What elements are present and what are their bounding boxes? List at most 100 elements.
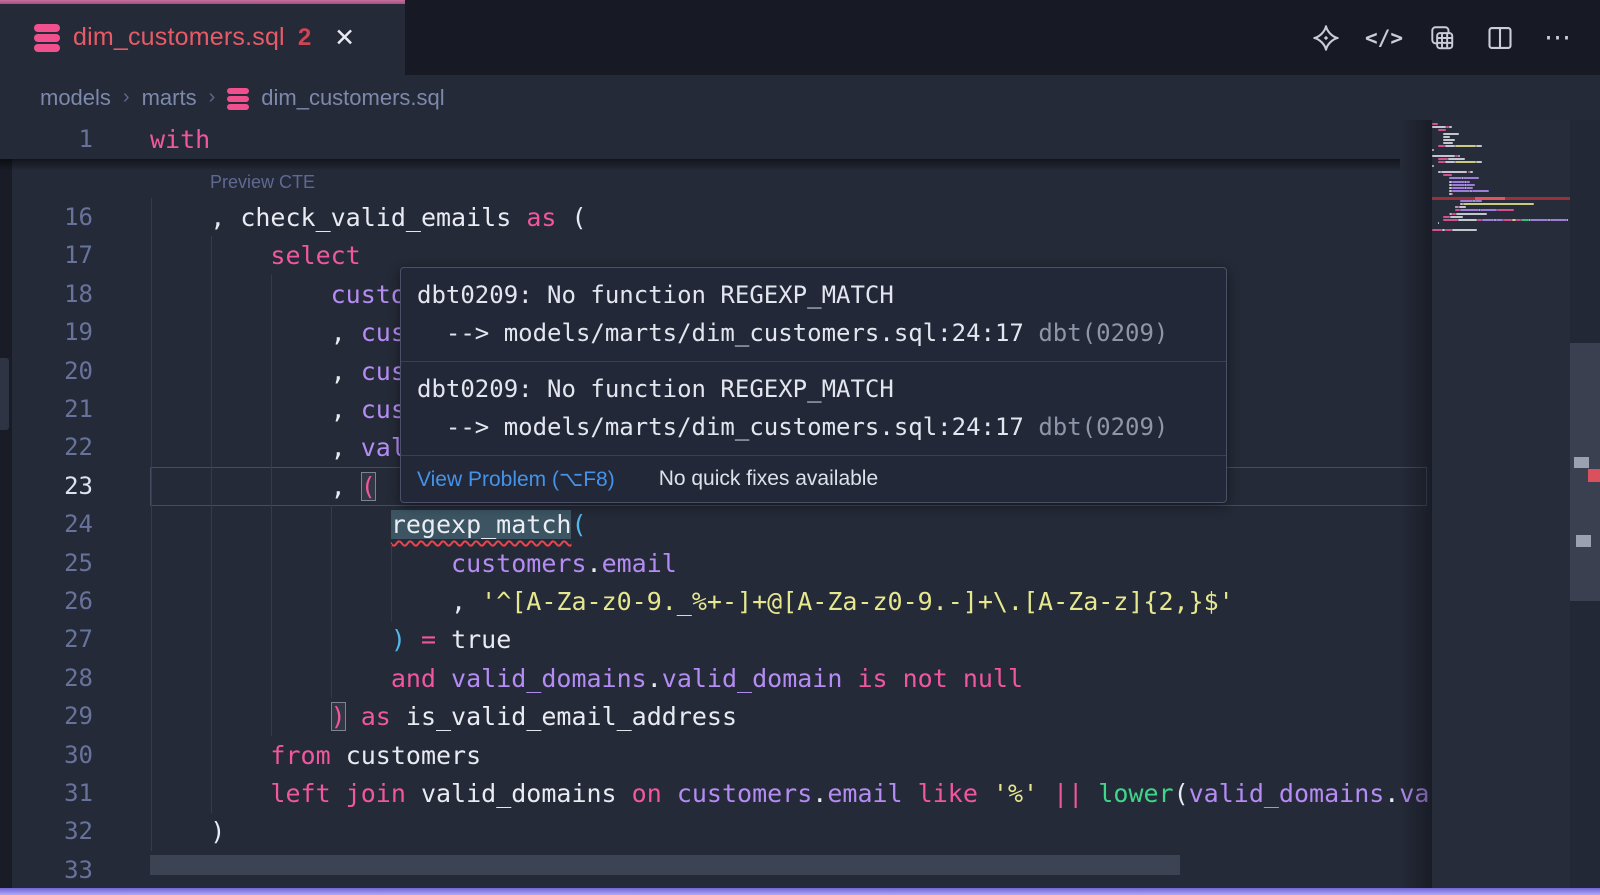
code-token: select (270, 241, 360, 270)
code-token: customers (677, 779, 812, 808)
code-line-24[interactable]: regexp_match( (150, 505, 587, 544)
minimap-code-bar (1445, 145, 1455, 147)
line-number[interactable]: 29 (0, 697, 150, 736)
problem-hover-tooltip: dbt0209: No function REGEXP_MATCH --> mo… (400, 267, 1227, 503)
minimap-code-bar (1458, 219, 1478, 221)
line-number[interactable]: 33 (0, 851, 150, 888)
code-token: valid_domains (421, 779, 632, 808)
code-token (346, 702, 361, 731)
line-number[interactable]: 22 (0, 428, 150, 467)
code-token (406, 625, 421, 654)
line-number[interactable]: 20 (0, 352, 150, 391)
code-line-23[interactable]: , ( (150, 467, 376, 506)
indent-guide (211, 467, 212, 506)
code-line-29[interactable]: ) as is_valid_email_address (150, 697, 737, 736)
line-number[interactable]: 31 (0, 774, 150, 813)
indent-guide (151, 620, 152, 659)
code-token: . (647, 664, 662, 693)
minimap-code-bar (1472, 190, 1489, 192)
split-editor-icon[interactable] (1486, 24, 1514, 52)
code-line-31[interactable]: left join valid_domains on customers.ema… (150, 774, 1428, 813)
close-icon[interactable]: ✕ (334, 23, 355, 53)
problem-entry: dbt0209: No function REGEXP_MATCH --> mo… (401, 362, 1226, 456)
line-number[interactable]: 30 (0, 736, 150, 775)
code-line-32[interactable]: ) (150, 812, 225, 851)
line-number[interactable]: 17 (0, 236, 150, 275)
indent-guide (271, 582, 272, 621)
code-token: , (331, 395, 361, 424)
minimap[interactable] (1432, 120, 1570, 888)
code-token: lower (1098, 779, 1173, 808)
line-number[interactable]: 23 (0, 467, 150, 506)
code-token: and (391, 664, 451, 693)
line-number[interactable]: 19 (0, 313, 150, 352)
minimap-code-bar (1466, 181, 1470, 183)
code-line-27[interactable]: ) = true (150, 620, 511, 659)
minimap-code-bar (1476, 161, 1482, 163)
minimap-code-bar (1432, 165, 1434, 167)
preview-query-results-icon[interactable] (1428, 24, 1456, 52)
minimap-code-bar (1432, 126, 1446, 128)
line-number[interactable]: 32 (0, 812, 150, 851)
minimap-shadow (1400, 120, 1432, 888)
code-line-30[interactable]: from customers (150, 736, 481, 775)
indent-guide (151, 774, 152, 813)
minimap-code-bar (1550, 219, 1567, 221)
indent-guide (391, 582, 392, 621)
code-editor[interactable]: 161718192021222324252627282930313233 , c… (0, 120, 1600, 888)
more-actions-icon[interactable]: ⋯ (1544, 24, 1572, 52)
indent-guide (211, 697, 212, 736)
minimap-code-bar (1441, 171, 1468, 173)
minimap-code-bar (1448, 158, 1465, 160)
code-text: select (150, 241, 361, 270)
code-token: ( (361, 472, 376, 501)
line-number[interactable]: 18 (0, 275, 150, 314)
view-problem-link[interactable]: View Problem (⌥F8) (417, 467, 615, 492)
line-number[interactable]: 28 (0, 659, 150, 698)
line-number[interactable]: 27 (0, 620, 150, 659)
minimap-code-bar (1443, 142, 1453, 144)
line-number[interactable]: 21 (0, 390, 150, 429)
code-line-25[interactable]: customers.email (150, 544, 677, 583)
sticky-scroll-line[interactable]: 1 with (0, 120, 1400, 159)
compile-sql-icon[interactable]: </> (1370, 24, 1398, 52)
sticky-scroll-shadow (0, 159, 1400, 171)
tab-dim-customers[interactable]: dim_customers.sql 2 ✕ (0, 0, 405, 75)
horizontal-scrollbar-slider[interactable] (150, 855, 1180, 875)
code-token: email (827, 779, 902, 808)
code-token: valid_domains (1189, 779, 1385, 808)
minimap-code-bar (1466, 187, 1473, 189)
code-token: ) (391, 625, 406, 654)
minimap-code-bar (1452, 184, 1465, 186)
indent-guide (211, 390, 212, 429)
code-line-16[interactable]: , check_valid_emails as ( (150, 198, 587, 237)
code-token: is not null (842, 664, 1023, 693)
breadcrumb: models › marts › dim_customers.sql (0, 75, 1600, 120)
code-text: customers.email (150, 549, 677, 578)
code-lens-preview-cte[interactable]: Preview CTE (210, 170, 315, 194)
line-number[interactable]: 25 (0, 544, 150, 583)
tab-title: dim_customers.sql (73, 23, 285, 52)
breadcrumb-marts[interactable]: marts (142, 85, 197, 111)
line-number[interactable]: 24 (0, 505, 150, 544)
code-line-26[interactable]: , '^[A-Za-z0-9._%+-]+@[A-Za-z0-9.-]+\.[A… (150, 582, 1234, 621)
code-line-17[interactable]: select (150, 236, 361, 275)
minimap-code-bar (1567, 219, 1569, 221)
line-number[interactable]: 26 (0, 582, 150, 621)
code-text: and valid_domains.valid_domain is not nu… (150, 664, 1023, 693)
indent-guide (271, 352, 272, 391)
breadcrumb-models[interactable]: models (40, 85, 111, 111)
line-number[interactable]: 16 (0, 198, 150, 237)
minimap-code-bar (1438, 158, 1448, 160)
dbt-icon[interactable] (1312, 24, 1340, 52)
breadcrumb-file[interactable]: dim_customers.sql (261, 85, 444, 111)
code-text: from customers (150, 741, 481, 770)
code-token: from (270, 741, 345, 770)
code-line-28[interactable]: and valid_domains.valid_domain is not nu… (150, 659, 1023, 698)
tooltip-footer: View Problem (⌥F8) No quick fixes availa… (401, 456, 1226, 502)
indent-guide (271, 544, 272, 583)
overview-ruler-mark (1576, 535, 1591, 547)
overview-ruler-error-mark (1588, 469, 1600, 482)
minimap-code-bar (1497, 209, 1514, 211)
code-text: left join valid_domains on customers.ema… (150, 779, 1428, 808)
